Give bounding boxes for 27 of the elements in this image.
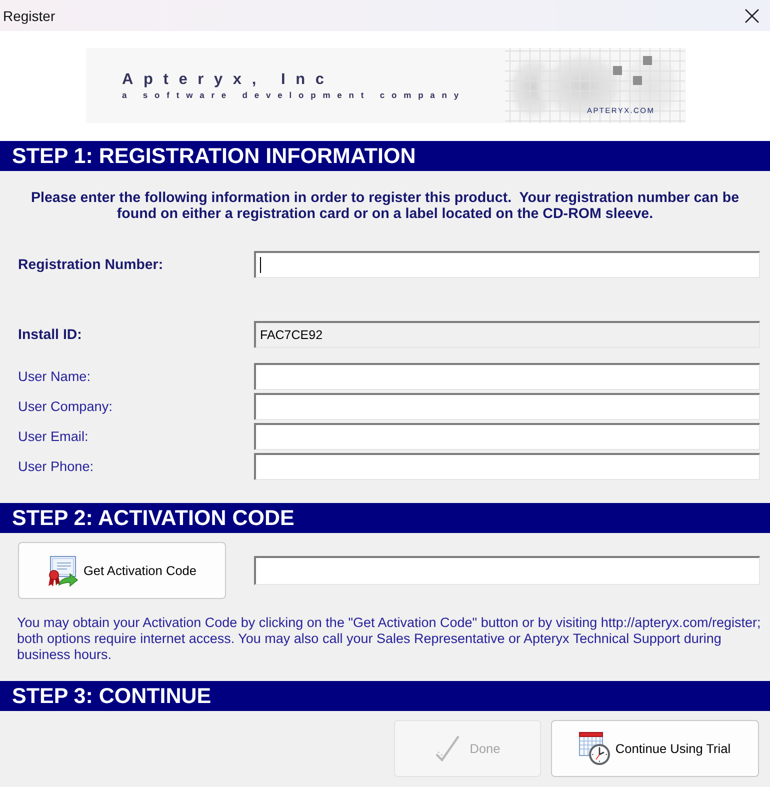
field-label: Install ID: bbox=[18, 326, 83, 342]
check-icon bbox=[434, 734, 461, 762]
read-only-field: FAC7CE92 bbox=[254, 321, 760, 348]
field-label: User Name: bbox=[18, 369, 92, 384]
activation-code-field[interactable] bbox=[254, 556, 760, 585]
input-field[interactable] bbox=[254, 251, 760, 278]
input-field[interactable] bbox=[254, 423, 760, 450]
close-icon[interactable] bbox=[745, 8, 759, 22]
window-title: Register bbox=[3, 8, 56, 24]
calendar-clock-icon bbox=[579, 732, 612, 766]
continue-trial-button[interactable]: Continue Using Trial bbox=[551, 720, 759, 777]
input-field[interactable] bbox=[254, 453, 760, 480]
step-header: STEP 2: ACTIVATION CODE bbox=[0, 503, 770, 533]
input-field[interactable] bbox=[254, 393, 760, 420]
activation-note-text: You may obtain your Activation Code by clicking on the "Get Activation Code" button or by visiting http://apteryx.com/register; both options require internet access. You may also call your Sales Representative or Apteryx Technical Support during business hours. bbox=[16, 615, 762, 663]
get-activation-code-button[interactable]: Get Activation Code bbox=[18, 542, 226, 599]
field-label: User Phone: bbox=[18, 459, 95, 474]
company-tagline: a software development company bbox=[122, 89, 466, 101]
step-header: STEP 1: REGISTRATION INFORMATION bbox=[0, 141, 770, 171]
field-label: Registration Number: bbox=[18, 256, 164, 272]
field-label: User Email: bbox=[18, 429, 90, 444]
input-field[interactable] bbox=[254, 363, 760, 390]
instructions-text: Please enter the following information in order to register this product. Your registration number can be found on either a registration card or on a label located on the CD-ROM sleeve. bbox=[30, 190, 740, 222]
certificate-icon bbox=[47, 554, 80, 587]
company-name: Apteryx, Inc bbox=[122, 72, 334, 88]
step-header: STEP 3: CONTINUE bbox=[0, 681, 770, 711]
field-label: User Company: bbox=[18, 399, 114, 414]
